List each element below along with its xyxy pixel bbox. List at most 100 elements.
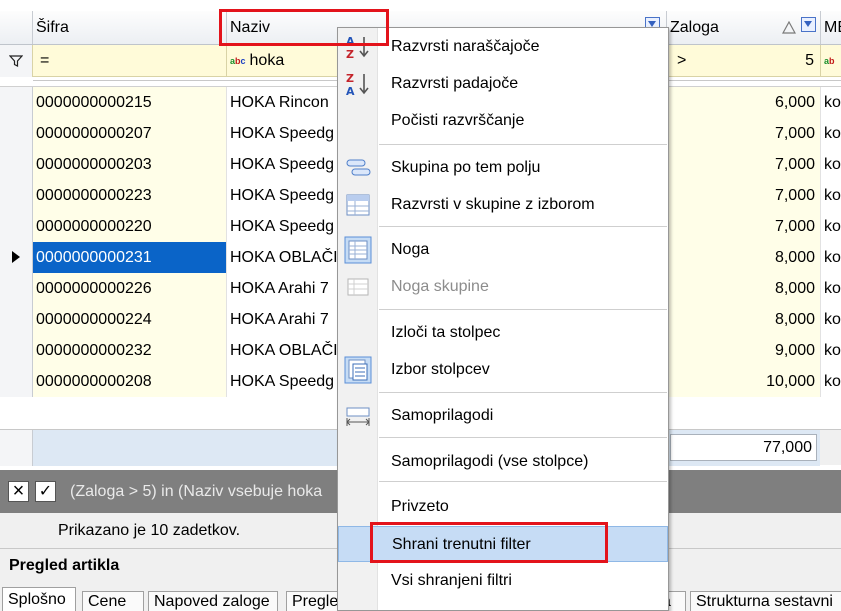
cell-sifra[interactable]: 0000000000215 xyxy=(33,87,227,118)
column-filter-icon[interactable] xyxy=(801,17,816,32)
filter-operator-greater[interactable]: > xyxy=(670,52,686,69)
cell-sifra[interactable]: 0000000000208 xyxy=(33,366,227,397)
menu-item-11[interactable]: Privzeto xyxy=(338,489,668,525)
filter-funnel-icon xyxy=(9,55,23,67)
column-header-me[interactable]: ME xyxy=(821,11,841,44)
filter-cell-zaloga[interactable]: > 5 xyxy=(667,45,821,77)
column-context-menu: A Z Razvrsti naraščajoče Z A Razvrsti padajoč… xyxy=(337,27,669,611)
row-indicator[interactable] xyxy=(0,211,33,242)
row-indicator[interactable] xyxy=(0,149,33,180)
cell-me[interactable]: ko xyxy=(821,242,841,273)
menu-item-10[interactable]: Samoprilagodi (vse stolpce) xyxy=(338,444,668,480)
cell-sifra[interactable]: 0000000000226 xyxy=(33,273,227,304)
sort-ascending-indicator-icon xyxy=(782,21,796,34)
cell-zaloga[interactable]: 10,000 xyxy=(667,366,821,397)
cell-sifra[interactable]: 0000000000203 xyxy=(33,149,227,180)
menu-item-3[interactable]: Skupina po tem polju xyxy=(338,150,668,186)
menu-item-4[interactable]: Razvrsti v skupine z izborom xyxy=(338,187,668,223)
svg-text:Z: Z xyxy=(346,48,354,61)
filter-enabled-checkbox[interactable]: ✓ xyxy=(35,481,56,502)
cell-zaloga[interactable]: 8,000 xyxy=(667,273,821,304)
cell-me[interactable]: ko xyxy=(821,366,841,397)
menu-item-label: Razvrsti v skupine z izborom xyxy=(391,196,595,213)
menu-item-6[interactable]: Noga skupine xyxy=(338,269,668,305)
cell-me[interactable]: ko xyxy=(821,211,841,242)
filter-cell-sifra[interactable]: = xyxy=(33,45,227,77)
cell-me[interactable]: ko xyxy=(821,149,841,180)
menu-item-7[interactable]: Izloči ta stolpec xyxy=(338,315,668,351)
header-indicator-cell xyxy=(0,11,33,44)
menu-item-label: Izloči ta stolpec xyxy=(391,324,501,341)
menu-item-12[interactable]: Shrani trenutni filter xyxy=(338,526,668,562)
menu-item-label: Privzeto xyxy=(391,498,449,515)
cell-zaloga[interactable]: 7,000 xyxy=(667,180,821,211)
row-indicator[interactable] xyxy=(0,366,33,397)
menu-item-label: Razvrsti padajoče xyxy=(391,75,519,92)
menu-item-label: Razvrsti naraščajoče xyxy=(391,38,540,55)
menu-item-0[interactable]: A Z Razvrsti naraščajoče xyxy=(338,29,668,65)
clear-filter-button[interactable]: × xyxy=(8,481,29,502)
column-header-label: ME xyxy=(824,19,841,36)
filter-cell-me[interactable]: ab xyxy=(821,45,841,77)
group-footer-icon xyxy=(344,273,372,301)
row-indicator[interactable] xyxy=(0,273,33,304)
cell-zaloga[interactable]: 6,000 xyxy=(667,87,821,118)
row-indicator[interactable] xyxy=(0,180,33,211)
cell-me[interactable]: ko xyxy=(821,180,841,211)
cell-me[interactable]: ko xyxy=(821,335,841,366)
menu-item-2[interactable]: Počisti razvrščanje xyxy=(338,103,668,139)
cell-me[interactable]: ko xyxy=(821,304,841,335)
cell-sifra[interactable]: 0000000000232 xyxy=(33,335,227,366)
filter-value-zaloga: 5 xyxy=(805,52,814,69)
menu-item-label: Shrani trenutni filter xyxy=(392,536,531,553)
menu-item-13[interactable]: Vsi shranjeni filtri xyxy=(338,563,668,599)
row-indicator[interactable] xyxy=(0,335,33,366)
cell-sifra[interactable]: 0000000000220 xyxy=(33,211,227,242)
column-header-zaloga[interactable]: Zaloga xyxy=(667,11,821,44)
app-window: Šifra Naziv Zaloga ME xyxy=(0,0,841,611)
menu-item-label: Samoprilagodi xyxy=(391,407,494,424)
menu-item-label: Noga xyxy=(391,241,430,258)
tab-1[interactable]: Cene xyxy=(82,591,144,611)
cell-zaloga[interactable]: 8,000 xyxy=(667,304,821,335)
contains-operator-icon[interactable]: abc xyxy=(230,55,246,67)
filter-row-indicator xyxy=(0,45,33,77)
cell-sifra[interactable]: 0000000000224 xyxy=(33,304,227,335)
filter-operator-equals[interactable]: = xyxy=(36,52,49,69)
row-indicator[interactable] xyxy=(0,118,33,149)
filter-expression-text[interactable]: (Zaloga > 5) in (Naziv vsebuje hoka xyxy=(70,470,322,513)
cell-zaloga[interactable]: 7,000 xyxy=(667,211,821,242)
row-indicator[interactable] xyxy=(0,87,33,118)
menu-item-9[interactable]: Samoprilagodi xyxy=(338,398,668,434)
tab-6[interactable]: Strukturna sestavni xyxy=(690,591,841,611)
cell-sifra[interactable]: 0000000000207 xyxy=(33,118,227,149)
cell-sifra[interactable]: 0000000000223 xyxy=(33,180,227,211)
cell-me[interactable]: ko xyxy=(821,87,841,118)
menu-item-1[interactable]: Z A Razvrsti padajoče xyxy=(338,66,668,102)
tab-0[interactable]: Splošno xyxy=(2,587,76,611)
cell-zaloga[interactable]: 7,000 xyxy=(667,118,821,149)
footer-icon xyxy=(344,236,372,264)
cell-sifra[interactable]: 0000000000231 xyxy=(33,242,227,273)
menu-item-5[interactable]: Noga xyxy=(338,232,668,268)
cell-zaloga[interactable]: 9,000 xyxy=(667,335,821,366)
menu-separator xyxy=(379,437,667,438)
row-indicator[interactable] xyxy=(0,304,33,335)
contains-operator-icon[interactable]: ab xyxy=(824,55,835,67)
cell-zaloga[interactable]: 8,000 xyxy=(667,242,821,273)
tab-2[interactable]: Napoved zaloge xyxy=(148,591,278,611)
menu-separator xyxy=(379,226,667,227)
cell-me[interactable]: ko xyxy=(821,118,841,149)
menu-item-label: Samoprilagodi (vse stolpce) xyxy=(391,453,589,470)
row-indicator[interactable] xyxy=(0,242,33,273)
cell-me[interactable]: ko xyxy=(821,273,841,304)
column-header-sifra[interactable]: Šifra xyxy=(33,11,227,44)
menu-item-label: Izbor stolpcev xyxy=(391,361,490,378)
best-fit-icon xyxy=(344,402,372,430)
menu-separator xyxy=(379,481,667,482)
svg-text:Z: Z xyxy=(346,72,354,85)
cell-zaloga[interactable]: 7,000 xyxy=(667,149,821,180)
menu-item-8[interactable]: Izbor stolpcev xyxy=(338,352,668,388)
menu-item-label: Vsi shranjeni filtri xyxy=(391,572,512,589)
panel-title: Pregled artikla xyxy=(9,557,120,574)
